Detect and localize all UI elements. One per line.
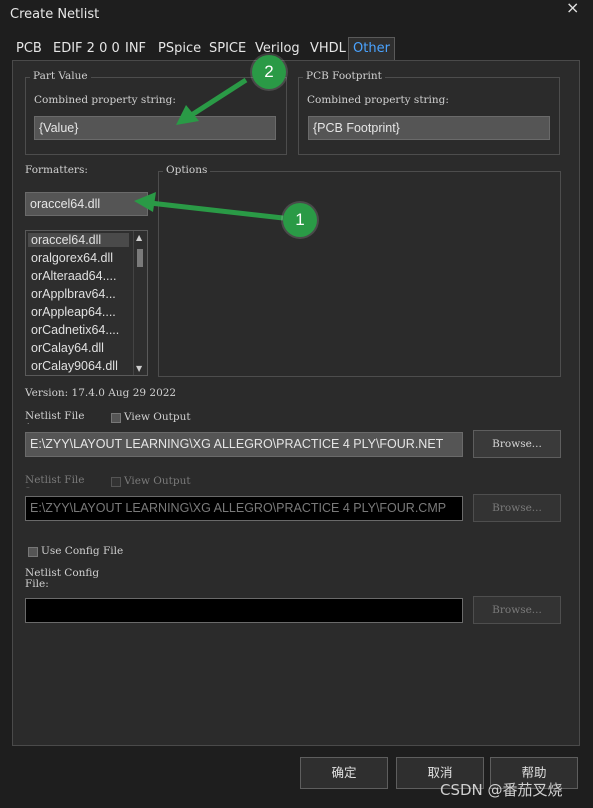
annotation-badge-1: 1 <box>283 203 317 237</box>
arrow-1-head <box>134 192 156 212</box>
watermark: CSDN @番茄叉烧 <box>440 781 563 799</box>
annotation-badge-2: 2 <box>252 55 286 89</box>
annotation-arrows <box>134 77 284 221</box>
arrow-2-shaft <box>188 77 248 119</box>
arrow-1-shaft <box>149 200 284 221</box>
